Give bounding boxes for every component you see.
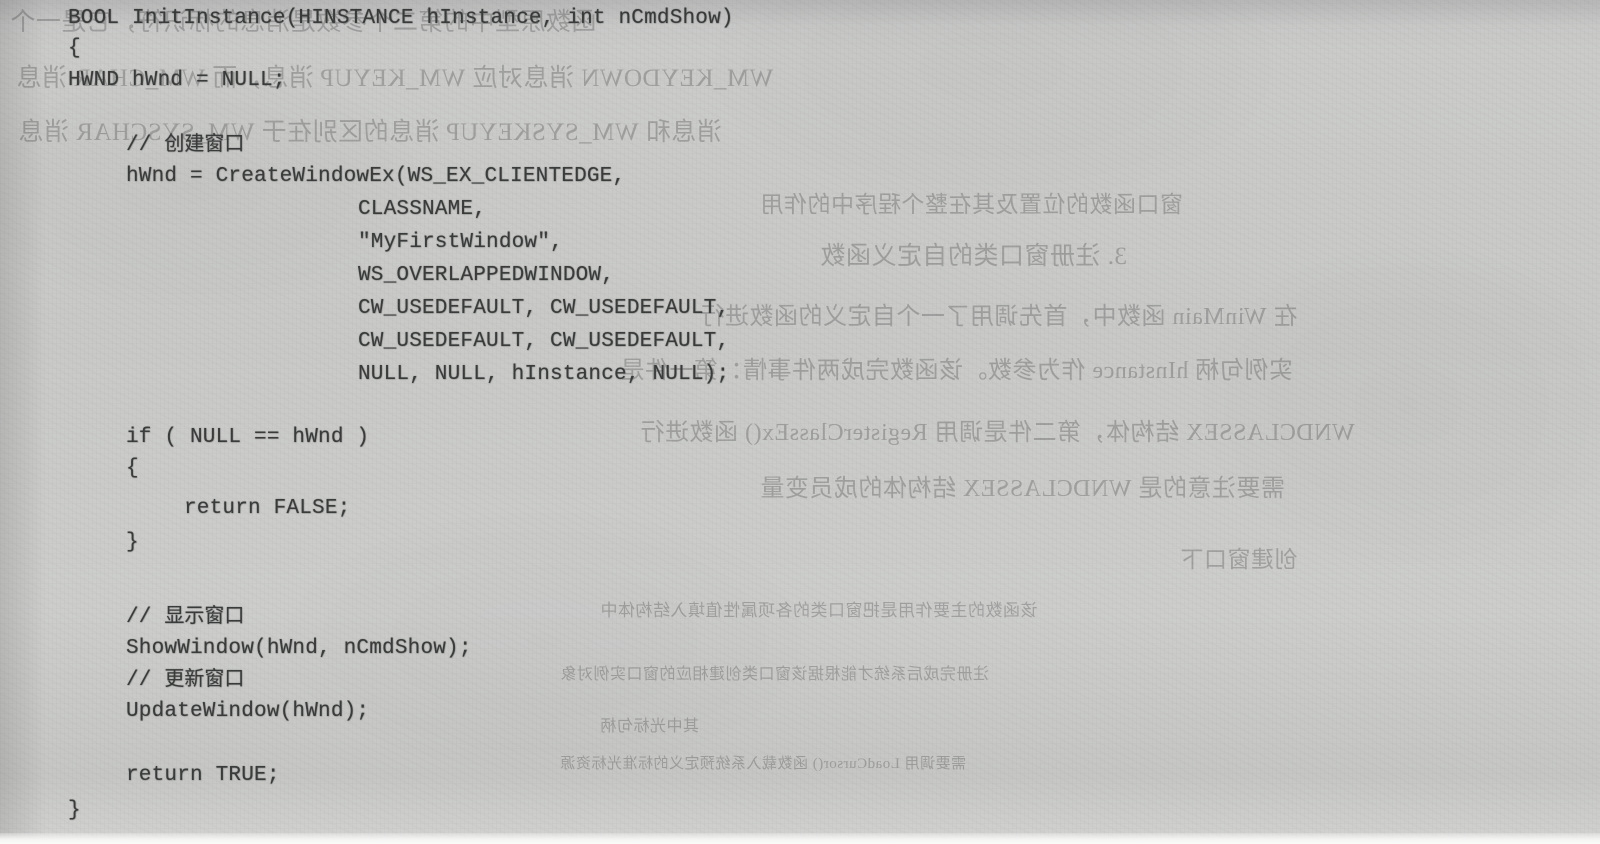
code-line: if ( NULL == hWnd ) [126, 426, 370, 449]
bleed-through-line: WNDCLASSEX 结构体，第二件是调用 RegisterClassEx() … [640, 420, 1355, 446]
bleed-through-line: 创建窗口下 [1180, 547, 1298, 572]
bleed-through-line: 该函数的主要作用是把窗口类的各项属性值填入结构体中 [600, 601, 1038, 620]
bleed-through-line: 需要注意的是 WNDCLASSEX 结构体的成员变量 [760, 476, 1286, 502]
code-comment-cjk: 显示窗口 [164, 603, 245, 627]
paper-tint-layer [0, 0, 1600, 844]
code-line: CLASSNAME, [358, 198, 487, 221]
bottom-page-edge [0, 833, 1600, 844]
bleed-through-line: 3. 注册窗口类的自定义函数 [820, 243, 1128, 270]
code-line: CW_USEDEFAULT, CW_USEDEFAULT, [358, 330, 730, 353]
bleed-through-line: 在 WinMain 函数中，首先调用了一个自定义的函数进行 [700, 304, 1298, 330]
bleed-through-line: 其中光标句柄 [600, 718, 700, 735]
code-line: // 创建窗口 [126, 131, 245, 157]
code-line: UpdateWindow(hWnd); [126, 700, 370, 723]
bleed-through-line: 窗口函数的位置及其在整个程序中的作用 [760, 192, 1183, 217]
code-line: // 显示窗口 [126, 603, 245, 629]
bleed-through-line: 实例句柄 hInstance 作为参数。该函数完成两件事情：第一件是 [620, 358, 1293, 384]
bleed-through-line: 需要调用 LoadCursor() 函数载入系统预定义的标准光标资源 [560, 756, 967, 772]
code-line: BOOL InitInstance(HINSTANCE hInstance, i… [68, 7, 734, 30]
code-listing: BOOL InitInstance(HINSTANCE hInstance, i… [0, 0, 1600, 844]
code-line: WS_OVERLAPPEDWINDOW, [358, 264, 615, 287]
bleed-through-line: 注册完成后系统才能根据该窗口类创建相应的窗口实例对象 [560, 666, 990, 683]
code-line: CW_USEDEFAULT, CW_USEDEFAULT, [358, 297, 730, 320]
bleed-through-layer: 函数原型中的第二个参数是消息的标识符，它是一个 WM_KEYDOWN 消息对应 W… [0, 0, 1600, 844]
code-line: NULL, NULL, hInstance, NULL); [358, 363, 730, 386]
code-line: HWND hWnd = NULL; [68, 69, 286, 92]
bleed-through-line: 函数原型中的第二个参数是消息的标识符，它是一个 [10, 9, 597, 36]
scanned-page: 函数原型中的第二个参数是消息的标识符，它是一个 WM_KEYDOWN 消息对应 W… [0, 0, 1600, 844]
code-line: return FALSE; [184, 497, 351, 520]
code-line: { [68, 37, 81, 60]
paper-blotch-layer [0, 0, 1600, 844]
code-line: } [126, 531, 139, 554]
code-comment-cjk: 更新窗口 [164, 666, 245, 690]
left-edge-shadow [0, 0, 46, 844]
code-line: } [68, 799, 81, 822]
code-line: return TRUE; [126, 764, 280, 787]
code-line: { [126, 457, 139, 480]
bleed-through-line: 消息和 WM_SYSKEYUP 消息的区别在于 WM_SYSCHAR 消息 [18, 119, 722, 146]
paper-grain-layer [0, 0, 1600, 844]
top-edge-shadow [0, 0, 1600, 26]
code-line: "MyFirstWindow", [358, 231, 563, 254]
code-comment-cjk: 创建窗口 [164, 131, 245, 155]
code-line: // 更新窗口 [126, 666, 245, 692]
bleed-through-line: WM_KEYDOWN 消息对应 WM_KEYUP 消息，而 WM_CHAR 消息 [16, 65, 774, 92]
code-line: hWnd = CreateWindowEx(WS_EX_CLIENTEDGE, [126, 165, 626, 188]
code-line: ShowWindow(hWnd, nCmdShow); [126, 637, 472, 660]
